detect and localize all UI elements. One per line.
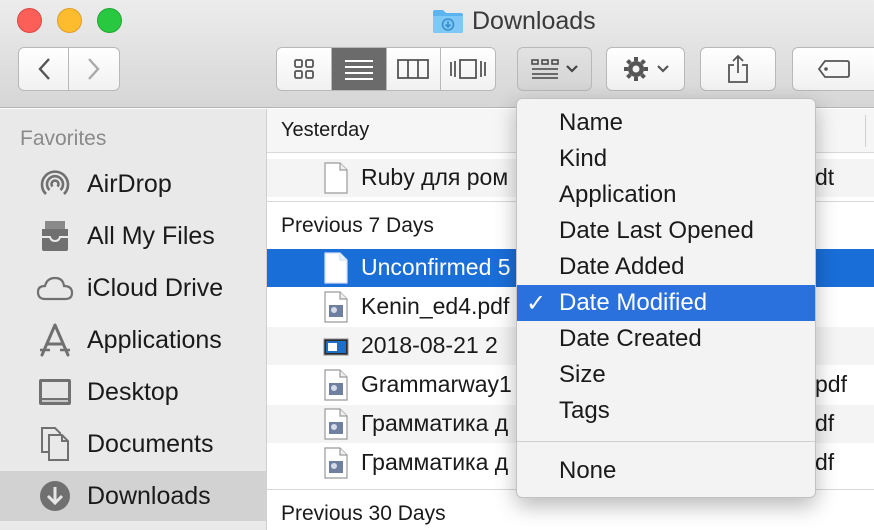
sidebar-item-applications[interactable]: Applications bbox=[0, 315, 266, 365]
window-title-text: Downloads bbox=[472, 6, 596, 35]
action-button[interactable] bbox=[606, 47, 685, 91]
pdf-icon bbox=[324, 291, 348, 323]
view-mode-control bbox=[276, 47, 496, 91]
nav-buttons bbox=[18, 47, 120, 91]
sidebar-item-downloads[interactable]: Downloads bbox=[0, 471, 266, 521]
cloud-icon bbox=[36, 269, 74, 307]
airdrop-icon bbox=[36, 165, 74, 203]
file-name: 2018-08-21 2 bbox=[361, 332, 498, 358]
sidebar-item-label: All My Files bbox=[87, 221, 215, 250]
sidebar-item-desktop[interactable]: Desktop bbox=[0, 367, 266, 417]
file-name: Ruby для ром bbox=[361, 164, 509, 190]
column-view-button[interactable] bbox=[386, 48, 442, 90]
group-by-icon bbox=[530, 59, 559, 79]
pdf-icon bbox=[324, 408, 348, 440]
document-icon bbox=[324, 252, 348, 284]
window-title: Downloads bbox=[432, 6, 596, 36]
icon-view-icon bbox=[293, 59, 314, 79]
tag-icon bbox=[817, 60, 850, 78]
menu-item-date-last-opened[interactable]: Date Last Opened bbox=[517, 213, 815, 249]
file-name: Grammarway1 bbox=[361, 371, 512, 397]
sidebar-item-documents[interactable]: Documents bbox=[0, 419, 266, 469]
menu-item-date-added[interactable]: Date Added bbox=[517, 249, 815, 285]
menu-item-date-modified[interactable]: ✓ Date Modified bbox=[517, 285, 815, 321]
all-files-icon bbox=[36, 217, 74, 255]
menu-item-none[interactable]: None bbox=[517, 453, 815, 489]
toolbar: Downloads bbox=[0, 0, 874, 108]
gear-icon bbox=[623, 57, 648, 81]
tag-button[interactable] bbox=[792, 47, 874, 91]
menu-separator bbox=[517, 441, 815, 442]
list-view-icon bbox=[344, 60, 373, 80]
sidebar-item-label: Downloads bbox=[87, 481, 211, 510]
sidebar-item-label: Applications bbox=[87, 325, 222, 354]
checkmark-icon: ✓ bbox=[526, 289, 547, 317]
pdf-icon bbox=[324, 447, 348, 479]
downloads-icon bbox=[36, 477, 74, 515]
sidebar-item-label: Desktop bbox=[87, 377, 179, 406]
forward-button[interactable] bbox=[69, 48, 119, 90]
sidebar-heading: Favorites bbox=[20, 127, 107, 150]
file-ext: df bbox=[815, 410, 835, 436]
sidebar-item-airdrop[interactable]: AirDrop bbox=[0, 159, 266, 209]
group-header-yesterday: Yesterday bbox=[281, 119, 370, 141]
chevron-left-icon bbox=[37, 58, 50, 80]
menu-item-kind[interactable]: Kind bbox=[517, 141, 815, 177]
pdf-icon bbox=[324, 369, 348, 401]
file-name: Грамматика д bbox=[361, 449, 509, 475]
downloads-folder-icon bbox=[432, 8, 464, 34]
menu-item-size[interactable]: Size bbox=[517, 357, 815, 393]
share-button[interactable] bbox=[700, 47, 776, 91]
cover-flow-button[interactable] bbox=[441, 48, 495, 90]
icon-view-button[interactable] bbox=[277, 48, 332, 90]
sidebar-item-label: iCloud Drive bbox=[87, 273, 224, 302]
arrange-by-menu: Name Kind Application Date Last Opened D… bbox=[516, 98, 816, 498]
close-window-button[interactable] bbox=[17, 8, 42, 33]
document-icon bbox=[324, 162, 348, 194]
chevron-right-icon bbox=[88, 58, 100, 80]
sidebar-item-all-my-files[interactable]: All My Files bbox=[0, 211, 266, 261]
menu-item-name[interactable]: Name bbox=[517, 105, 815, 141]
documents-icon bbox=[36, 425, 74, 463]
menu-item-date-created[interactable]: Date Created bbox=[517, 321, 815, 357]
minimize-window-button[interactable] bbox=[57, 8, 82, 33]
applications-icon bbox=[36, 321, 74, 359]
file-name: Kenin_ed4.pdf bbox=[361, 293, 510, 319]
desktop-icon bbox=[36, 373, 74, 411]
file-name: Unconfirmed 5 bbox=[361, 254, 511, 280]
group-by-button[interactable] bbox=[517, 47, 592, 91]
sidebar: Favorites AirDrop All My Files iCloud Dr… bbox=[0, 109, 267, 530]
back-button[interactable] bbox=[19, 48, 70, 90]
chevron-down-icon bbox=[656, 65, 669, 73]
cover-flow-icon bbox=[450, 59, 487, 79]
list-view-button[interactable] bbox=[331, 48, 387, 90]
sidebar-item-label: Documents bbox=[87, 429, 214, 458]
file-ext: df bbox=[815, 449, 835, 475]
zoom-window-button[interactable] bbox=[97, 8, 122, 33]
share-icon bbox=[728, 54, 748, 83]
sidebar-item-icloud-drive[interactable]: iCloud Drive bbox=[0, 263, 266, 313]
column-view-icon bbox=[397, 59, 430, 79]
screenshot-icon bbox=[323, 338, 349, 356]
chevron-down-icon bbox=[565, 65, 578, 73]
file-ext: pdf bbox=[815, 371, 847, 397]
file-name: Грамматика д bbox=[361, 410, 509, 436]
sidebar-item-label: AirDrop bbox=[87, 169, 172, 198]
menu-item-application[interactable]: Application bbox=[517, 177, 815, 213]
menu-item-tags[interactable]: Tags bbox=[517, 393, 815, 429]
file-ext: dt bbox=[815, 164, 835, 190]
